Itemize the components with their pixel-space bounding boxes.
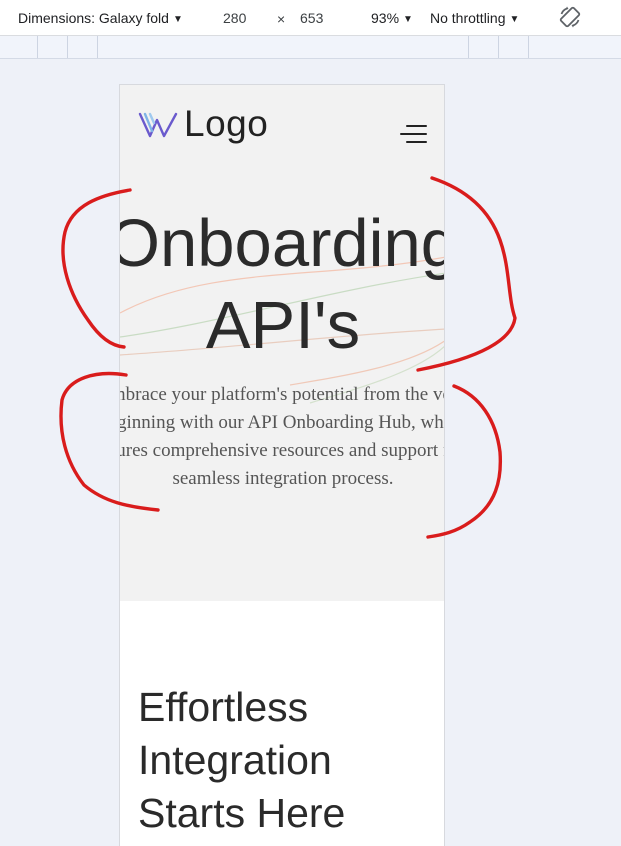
caret-down-icon: ▼	[403, 14, 413, 25]
device-viewport: Logo Onboarding API's Embrace your platf…	[119, 84, 445, 846]
zoom-dropdown[interactable]: 93% ▼	[371, 9, 413, 30]
throttling-dropdown[interactable]: No throttling ▼	[430, 9, 519, 30]
hamburger-menu-button[interactable]	[398, 123, 428, 145]
hero-description: Embrace your platform's potential from t…	[120, 384, 444, 489]
logo-mark-icon	[138, 112, 178, 138]
rotate-button[interactable]	[558, 5, 582, 29]
rotate-icon	[559, 6, 581, 28]
width-input[interactable]: 280	[223, 9, 246, 27]
hero-section: Logo Onboarding API's Embrace your platf…	[120, 85, 445, 601]
logo-text: Logo	[184, 103, 269, 144]
throttling-label: No throttling	[430, 10, 506, 26]
dimensions-label: Dimensions: Galaxy fold	[18, 10, 169, 26]
device-toolbar: Dimensions: Galaxy fold ▼ 280 × 653 93% ▼ …	[0, 0, 621, 36]
hamburger-menu-icon	[400, 125, 427, 143]
caret-down-icon: ▼	[172, 14, 183, 25]
hero-title-line-1: Onboarding	[120, 206, 445, 281]
height-input[interactable]: 653	[300, 9, 323, 27]
dimension-separator: ×	[277, 11, 286, 27]
caret-down-icon: ▼	[509, 14, 520, 25]
hero-title-line-2: API's	[205, 288, 361, 363]
dimensions-dropdown[interactable]: Dimensions: Galaxy fold ▼	[18, 9, 183, 30]
media-query-bar[interactable]	[0, 36, 621, 59]
hero-title: Onboarding API's	[120, 203, 445, 367]
section-title: Effortless Integration Starts Here	[138, 684, 346, 836]
zoom-label: 93%	[371, 10, 400, 26]
